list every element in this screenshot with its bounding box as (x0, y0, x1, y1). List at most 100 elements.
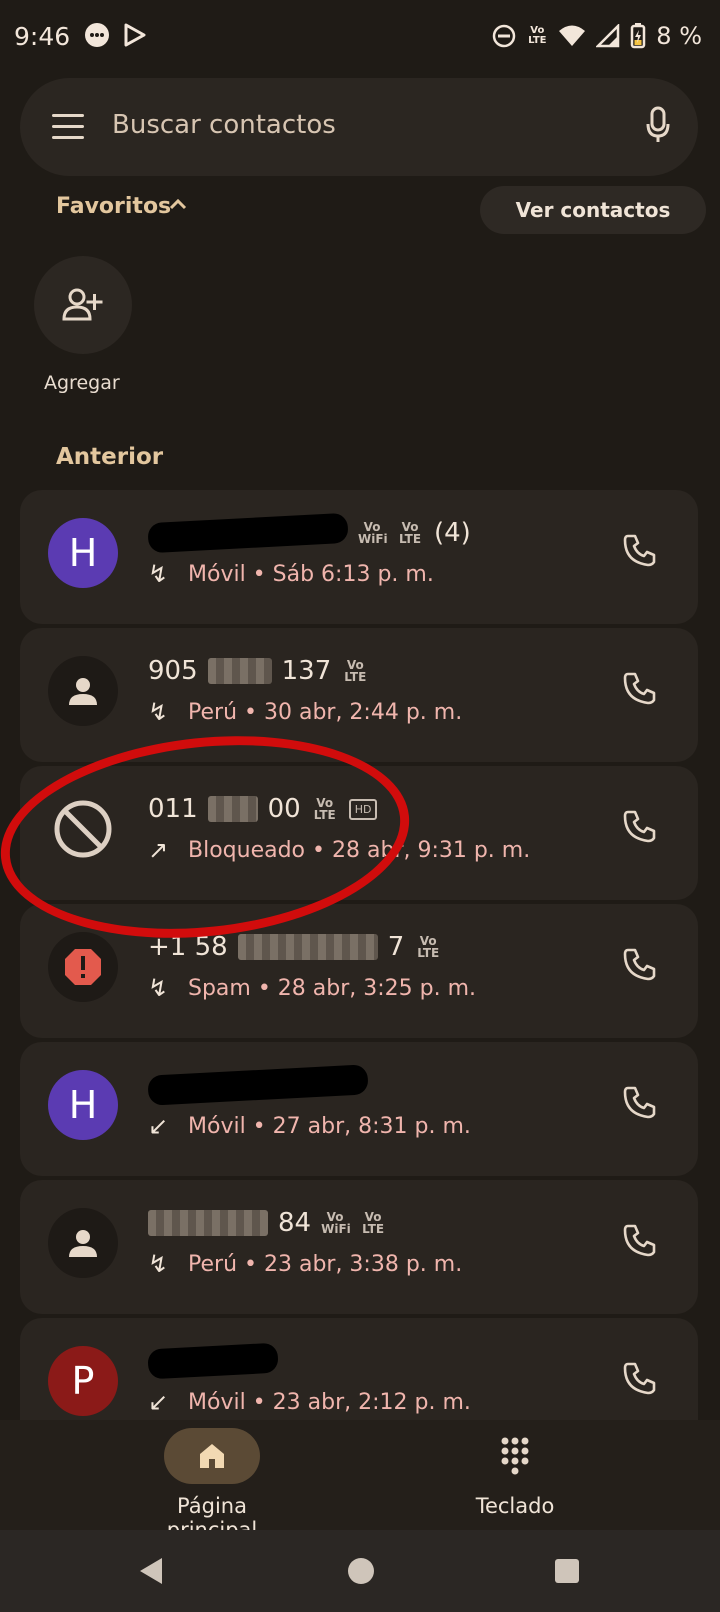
nav-home-tab[interactable]: Página principal (132, 1428, 292, 1542)
volte-badge: Vo LTE (417, 934, 440, 960)
dialpad-icon (501, 1437, 529, 1475)
redacted-name (147, 512, 349, 554)
call-log-item[interactable]: 011 00 Vo LTE HD ↗ Bloqueado • 28 abr, 9:… (20, 766, 698, 900)
call-detail-text: Bloqueado • 28 abr, 9:31 p. m. (188, 837, 531, 863)
add-person-icon (62, 288, 103, 321)
hd-badge: HD (348, 798, 378, 820)
missed-call-icon: ↯ (148, 974, 169, 1002)
home-circle-icon[interactable] (346, 1556, 376, 1586)
volte-badge: Vo LTE (313, 796, 336, 822)
avatar: P (48, 1346, 118, 1416)
vowifi-badge: Vo WiFi (321, 1210, 351, 1236)
avatar (48, 656, 118, 726)
recent-section-title: Anterior (56, 444, 164, 470)
caller-number: 84 Vo WiFi Vo LTE (148, 1208, 387, 1238)
favorites-header: Favoritos Ver contactos (0, 186, 720, 246)
volte-badge: Vo LTE (344, 658, 367, 684)
avatar (48, 932, 118, 1002)
add-favorite-label: Agregar (44, 372, 120, 394)
chat-bubble-icon (85, 23, 109, 47)
caller-name: Vo WiFi Vo LTE (4) (147, 512, 471, 554)
call-detail-text: Perú • 30 abr, 2:44 p. m. (188, 699, 463, 725)
pixelated-digits (148, 1210, 268, 1236)
caller-name (147, 1064, 369, 1106)
call-detail: ↯ Spam • 28 abr, 3:25 p. m. (148, 974, 476, 1002)
avatar (48, 794, 118, 864)
phone-icon[interactable] (622, 532, 658, 568)
call-log-item[interactable]: H ↙ Móvil • 27 abr, 8:31 p. m. (20, 1042, 698, 1176)
incoming-call-icon: ↙ (148, 1112, 169, 1140)
spam-warning-icon (65, 949, 101, 985)
avatar (48, 1208, 118, 1278)
favorites-title[interactable]: Favoritos (56, 194, 171, 219)
redacted-name (147, 1342, 279, 1380)
blocked-icon (54, 800, 112, 858)
call-log-item[interactable]: +1 58 7 Vo LTE ↯ Spam • 28 abr, 3:25 p. m… (20, 904, 698, 1038)
status-left-icons (84, 22, 148, 48)
status-time: 9:46 (14, 22, 71, 51)
play-store-icon (124, 23, 146, 47)
nav-keypad-label: Teclado (475, 1494, 555, 1518)
status-right-icons: Vo LTE 8 % (492, 22, 702, 50)
view-contacts-button[interactable]: Ver contactos (480, 186, 706, 234)
pixelated-digits (207, 658, 272, 684)
keypad-icon-wrap (467, 1428, 563, 1484)
volte-badge: Vo LTE (362, 1210, 385, 1236)
call-detail: ↙ Móvil • 23 abr, 2:12 p. m. (148, 1388, 471, 1416)
call-log-item[interactable]: H Vo WiFi Vo LTE (4) ↯ Móvil • Sáb 6:13 … (20, 490, 698, 624)
nav-home-pill (164, 1428, 260, 1484)
redacted-name (147, 1064, 369, 1106)
caller-number: 011 00 Vo LTE HD (148, 794, 378, 824)
home-icon (200, 1444, 224, 1468)
call-detail-text: Móvil • 27 abr, 8:31 p. m. (188, 1113, 471, 1139)
menu-icon[interactable] (52, 114, 84, 139)
chevron-up-icon[interactable] (168, 196, 188, 212)
recent-apps-icon[interactable] (552, 1556, 582, 1586)
vowifi-badge: Vo WiFi (358, 520, 388, 546)
call-log-item[interactable]: 905 137 Vo LTE ↯ Perú • 30 abr, 2:44 p. m… (20, 628, 698, 762)
call-detail: ↯ Perú • 23 abr, 3:38 p. m. (148, 1250, 462, 1278)
volte-icon: Vo LTE (528, 25, 547, 46)
call-detail-text: Móvil • 23 abr, 2:12 p. m. (188, 1389, 471, 1415)
caller-number: +1 58 7 Vo LTE (148, 932, 442, 962)
person-icon (69, 678, 97, 705)
call-detail: ↯ Móvil • Sáb 6:13 p. m. (148, 560, 434, 588)
microphone-icon[interactable] (646, 106, 670, 144)
call-detail-text: Spam • 28 abr, 3:25 p. m. (188, 975, 477, 1001)
call-detail: ↙ Móvil • 27 abr, 8:31 p. m. (148, 1112, 471, 1140)
phone-icon[interactable] (622, 808, 658, 844)
person-icon (69, 1230, 97, 1257)
outgoing-call-icon: ↗ (148, 836, 169, 864)
wifi-icon (559, 25, 586, 46)
status-bar: 9:46 Vo LTE 8 % (0, 0, 720, 78)
bottom-navigation: Página principal Teclado (0, 1420, 720, 1542)
phone-icon[interactable] (622, 1360, 658, 1396)
search-input[interactable]: Buscar contactos (112, 110, 336, 140)
phone-icon[interactable] (622, 1084, 658, 1120)
missed-call-icon: ↯ (148, 560, 169, 588)
missed-call-icon: ↯ (148, 1250, 169, 1278)
missed-call-icon: ↯ (148, 698, 169, 726)
signal-icon (596, 24, 620, 48)
phone-icon[interactable] (622, 670, 658, 706)
avatar: H (48, 1070, 118, 1140)
search-bar[interactable]: Buscar contactos (20, 78, 698, 176)
caller-number: 905 137 Vo LTE (148, 656, 369, 686)
do-not-disturb-icon (493, 24, 516, 48)
call-detail: ↯ Perú • 30 abr, 2:44 p. m. (148, 698, 462, 726)
call-detail-text: Perú • 23 abr, 3:38 p. m. (188, 1251, 463, 1277)
pixelated-digits (237, 934, 378, 960)
call-log-item[interactable]: 84 Vo WiFi Vo LTE ↯ Perú • 23 abr, 3:38 … (20, 1180, 698, 1314)
back-icon[interactable] (136, 1556, 166, 1586)
pixelated-digits (207, 796, 258, 822)
add-favorite-button[interactable] (34, 256, 132, 354)
nav-keypad-tab[interactable]: Teclado (460, 1428, 570, 1518)
call-detail: ↗ Bloqueado • 28 abr, 9:31 p. m. (148, 836, 530, 864)
battery-icon (631, 23, 646, 49)
volte-badge: Vo LTE (398, 520, 422, 546)
phone-icon[interactable] (622, 946, 658, 982)
caller-name (147, 1342, 279, 1380)
call-log-item[interactable]: P ↙ Móvil • 23 abr, 2:12 p. m. (20, 1318, 698, 1420)
call-count: (4) (434, 518, 471, 548)
phone-icon[interactable] (622, 1222, 658, 1258)
